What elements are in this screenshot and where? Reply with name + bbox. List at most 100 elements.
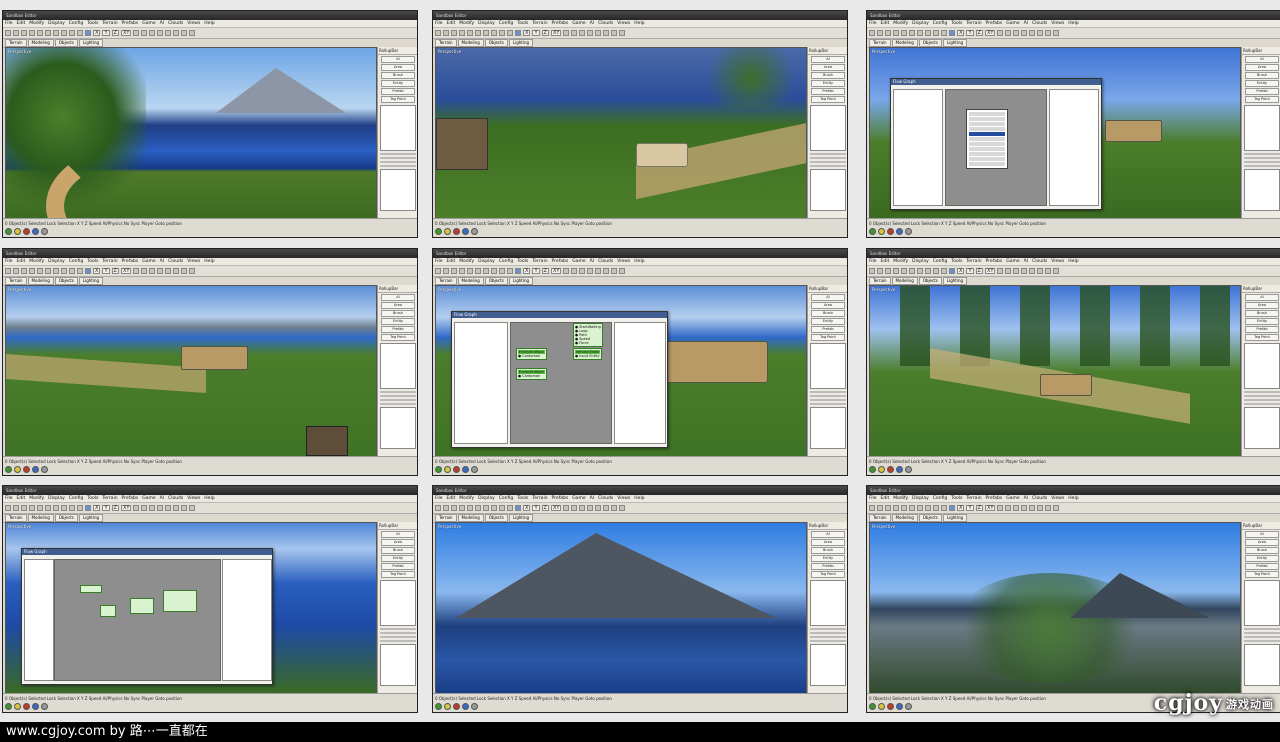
toolbar-button[interactable]: [77, 505, 83, 511]
menu-bar[interactable]: File Edit Modify Display Config Tools Terrain P…: [433, 258, 847, 266]
menu-item[interactable]: File: [869, 496, 877, 501]
status-icon[interactable]: [32, 228, 39, 235]
rollup-button[interactable]: Brush: [811, 547, 845, 554]
status-icon[interactable]: [23, 228, 30, 235]
toolbar-button[interactable]: [1013, 505, 1020, 511]
menu-item[interactable]: Game: [572, 259, 585, 264]
toolbar-button[interactable]: [877, 268, 883, 274]
axis-constraint-button[interactable]: X: [957, 30, 965, 36]
rollup-bar[interactable]: RollupBar AI Area Brush Entity Prefab Tag Poi…: [1241, 47, 1280, 219]
menu-item[interactable]: Help: [634, 21, 644, 26]
rollup-button[interactable]: Entity: [811, 318, 845, 325]
flowgraph-node[interactable]: [163, 590, 197, 612]
toolbar-button[interactable]: [507, 30, 513, 36]
toolbar-button[interactable]: [77, 30, 83, 36]
toolbar-button[interactable]: [603, 268, 610, 274]
toolbar-button[interactable]: [45, 505, 51, 511]
mode-tab[interactable]: Objects: [54, 514, 78, 522]
toolbar-button[interactable]: [37, 505, 43, 511]
status-icon[interactable]: [14, 228, 21, 235]
toolbar-button[interactable]: [507, 268, 513, 274]
axis-constraint-button[interactable]: XY: [550, 268, 562, 274]
toolbar-button[interactable]: [595, 268, 602, 274]
status-icon[interactable]: [869, 703, 876, 710]
rollup-button[interactable]: AI: [381, 56, 415, 63]
menu-item[interactable]: Terrain: [532, 21, 547, 26]
axis-constraint-button[interactable]: X: [957, 268, 965, 274]
main-toolbar[interactable]: X Y Z XY: [867, 28, 1280, 39]
rollup-bar[interactable]: RollupBar AI Area Brush Entity Prefab Tag Poi…: [377, 285, 417, 457]
axis-constraint-button[interactable]: Z: [975, 505, 983, 511]
toolbar-button[interactable]: [5, 268, 11, 274]
rollup-button[interactable]: Brush: [1245, 310, 1279, 317]
menu-item[interactable]: Modify: [29, 496, 44, 501]
menu-item[interactable]: Modify: [459, 496, 474, 501]
flowgraph-node[interactable]: Vehicle:Enter ● Input Entity: [573, 348, 603, 360]
perspective-viewport[interactable]: Perspective: [869, 285, 1241, 459]
toolbar-button[interactable]: [467, 30, 473, 36]
main-toolbar[interactable]: X Y Z XY: [867, 503, 1280, 514]
toolbar-button[interactable]: [37, 30, 43, 36]
menu-item[interactable]: Terrain: [102, 259, 117, 264]
flowgraph-node[interactable]: Entity:EntityId ● Cardoman: [516, 348, 547, 360]
mode-tab[interactable]: Terrain: [435, 277, 457, 285]
toolbar-button[interactable]: [877, 30, 883, 36]
toolbar-button[interactable]: [189, 30, 196, 36]
menu-item[interactable]: Edit: [447, 496, 456, 501]
menu-item[interactable]: Display: [478, 496, 495, 501]
status-icon[interactable]: [444, 228, 451, 235]
toolbar-button[interactable]: [595, 505, 602, 511]
menu-item[interactable]: Edit: [447, 259, 456, 264]
mode-tab[interactable]: Lighting: [78, 39, 104, 47]
axis-constraint-button[interactable]: XY: [550, 30, 562, 36]
rollup-button[interactable]: AI: [381, 294, 415, 301]
toolbar-button[interactable]: [475, 268, 481, 274]
toolbar-button[interactable]: [611, 505, 618, 511]
rollup-button[interactable]: Tag Point: [1245, 96, 1279, 103]
toolbar-button[interactable]: [499, 505, 505, 511]
properties-list[interactable]: [1244, 644, 1280, 686]
mode-tab[interactable]: Lighting: [78, 514, 104, 522]
perspective-viewport[interactable]: Perspective Flow Graph: [5, 522, 377, 696]
rollup-button[interactable]: Prefab: [1245, 563, 1279, 570]
menu-item[interactable]: Config: [499, 259, 513, 264]
rollup-button[interactable]: AI: [1245, 56, 1279, 63]
menu-item[interactable]: Help: [1068, 21, 1078, 26]
status-icon[interactable]: [41, 703, 48, 710]
toolbar-button[interactable]: [181, 505, 188, 511]
axis-constraint-button[interactable]: Y: [532, 505, 540, 511]
rollup-button[interactable]: AI: [811, 294, 845, 301]
status-icon[interactable]: [887, 466, 894, 473]
toolbar-button[interactable]: [133, 505, 140, 511]
toolbar-button[interactable]: [1037, 268, 1044, 274]
menu-item[interactable]: Views: [1051, 259, 1064, 264]
menu-item[interactable]: Clouds: [598, 496, 613, 501]
toolbar-button[interactable]: [587, 30, 594, 36]
toolbar-button[interactable]: [1013, 30, 1020, 36]
rollup-button[interactable]: Area: [811, 64, 845, 71]
toolbar-button[interactable]: [1029, 505, 1036, 511]
toolbar-button[interactable]: [1037, 30, 1044, 36]
flowgraph-window[interactable]: Flow Graph: [21, 548, 273, 685]
menu-item[interactable]: Tools: [951, 259, 962, 264]
toolbar-button[interactable]: [997, 505, 1004, 511]
toolbar-button[interactable]: [483, 268, 489, 274]
toolbar-button[interactable]: [571, 505, 578, 511]
menu-item[interactable]: Tools: [951, 21, 962, 26]
menu-item[interactable]: Edit: [881, 496, 890, 501]
toolbar-button[interactable]: [579, 268, 586, 274]
menu-bar[interactable]: File Edit Modify Display Config Tools Terrain P…: [3, 495, 417, 503]
toolbar-button[interactable]: [499, 268, 505, 274]
toolbar-button[interactable]: [1005, 268, 1012, 274]
menu-item[interactable]: Prefabs: [122, 21, 139, 26]
toolbar-button[interactable]: [451, 30, 457, 36]
menu-item[interactable]: Edit: [17, 496, 26, 501]
menu-item[interactable]: Edit: [447, 21, 456, 26]
menu-item[interactable]: Config: [933, 496, 947, 501]
menu-item[interactable]: Edit: [17, 21, 26, 26]
menu-item[interactable]: Edit: [881, 259, 890, 264]
axis-constraint-button[interactable]: Y: [966, 30, 974, 36]
flowgraph-node[interactable]: ● StartWaiting ● Loop ● Path ● Speed ● Force: [573, 323, 603, 347]
toolbar-button[interactable]: [459, 505, 465, 511]
menu-item[interactable]: Clouds: [598, 21, 613, 26]
